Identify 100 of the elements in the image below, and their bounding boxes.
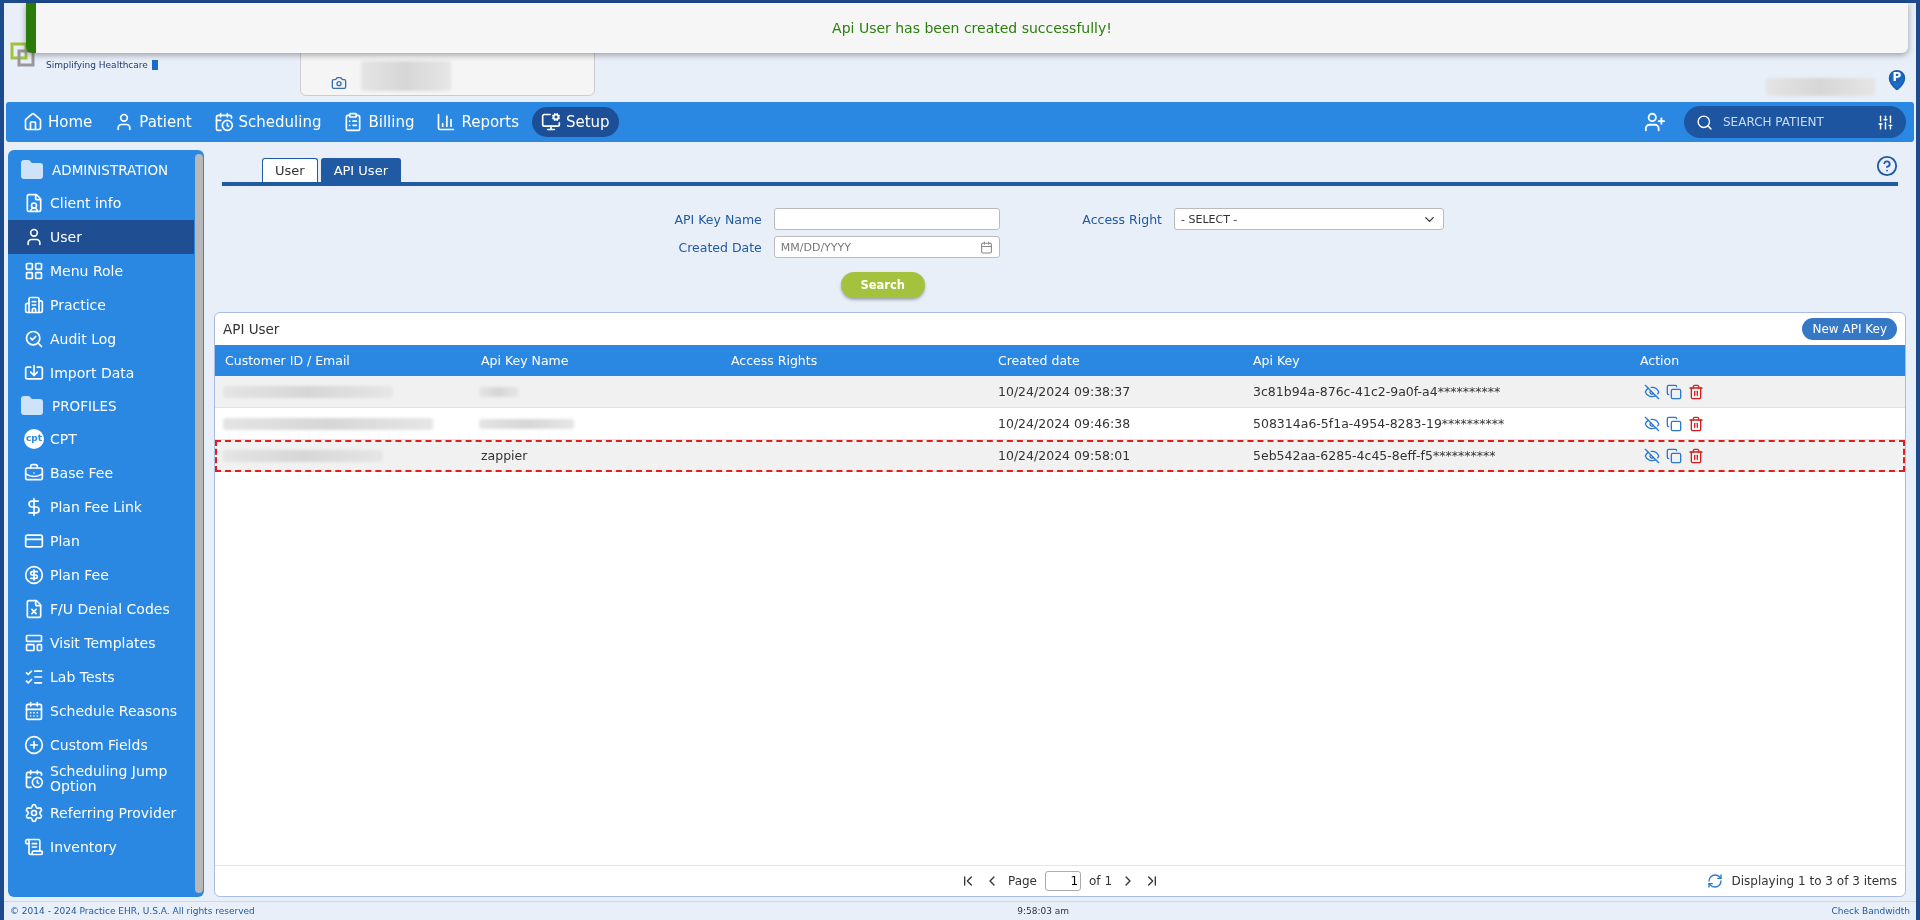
- search-button[interactable]: Search: [840, 272, 926, 298]
- sidebar-item[interactable]: Referring Provider: [8, 796, 194, 830]
- page-number-field[interactable]: 1: [1045, 871, 1081, 891]
- sidebar-item[interactable]: Inventory: [8, 830, 194, 864]
- camera-icon[interactable]: [331, 75, 347, 91]
- hide-icon[interactable]: [1644, 383, 1660, 400]
- sidebar-item[interactable]: Practice: [8, 288, 194, 322]
- hide-icon[interactable]: [1644, 415, 1660, 432]
- sidebar-item[interactable]: Plan Fee Link: [8, 490, 194, 524]
- success-toast: Api User has been created successfully!: [26, 3, 1908, 53]
- sidebar-item[interactable]: Plan Fee: [8, 558, 194, 592]
- sidebar-item[interactable]: Lab Tests: [8, 660, 194, 694]
- calendar-clock-icon: [213, 112, 234, 132]
- sidebar-item[interactable]: Base Fee: [8, 456, 194, 490]
- check-bandwidth-link[interactable]: Check Bandwidth: [1831, 906, 1910, 916]
- sidebar-item[interactable]: Scheduling Jump Option: [8, 762, 194, 796]
- sidebar-item[interactable]: F/U Denial Codes: [8, 592, 194, 626]
- help-icon[interactable]: [1876, 155, 1898, 177]
- sidebar-section-header[interactable]: ADMINISTRATION: [8, 154, 204, 186]
- bar-chart-icon: [436, 112, 457, 132]
- cpt-icon: cpt: [24, 429, 44, 449]
- sidebar-item[interactable]: Visit Templates: [8, 626, 194, 660]
- delete-icon[interactable]: [1688, 383, 1704, 400]
- sidebar-item[interactable]: Menu Role: [8, 254, 194, 288]
- nav-item[interactable]: Scheduling: [204, 107, 331, 137]
- column-header[interactable]: Action: [1630, 353, 1905, 368]
- column-header[interactable]: Api Key Name: [471, 353, 721, 368]
- table-cell-text: 10/24/2024 09:58:01: [997, 448, 1132, 463]
- field-label: Created Date: [677, 239, 762, 255]
- table-cell-text: 3c81b94a-876c-41c2-9a0f-a4**********: [1252, 384, 1502, 399]
- sidebar-item[interactable]: Custom Fields: [8, 728, 194, 762]
- sidebar-item[interactable]: Schedule Reasons: [8, 694, 194, 728]
- card-icon: [24, 531, 44, 551]
- copy-icon[interactable]: [1666, 383, 1682, 400]
- nav-item[interactable]: Patient: [105, 107, 201, 137]
- column-header[interactable]: Customer ID / Email: [215, 353, 471, 368]
- hide-icon[interactable]: [1644, 447, 1660, 464]
- filter-icon[interactable]: [1877, 113, 1894, 131]
- tab[interactable]: User: [262, 158, 318, 182]
- highlighted-row[interactable]: zappier 10/24/2024 09:58:01 5eb542aa-6285-4c45-8eff-f5**********: [215, 440, 1905, 472]
- table-cell-text: 10/24/2024 09:38:37: [997, 384, 1132, 399]
- plus-circle-icon: [24, 735, 44, 755]
- pager-status: Displaying 1 to 3 of 3 items: [1731, 874, 1897, 888]
- api-key-name-field[interactable]: [773, 208, 1000, 230]
- copyright-text: © 2014 - 2024 Practice EHR, U.S.A. All rights reserved: [10, 906, 255, 916]
- page-count: of 1: [1089, 874, 1113, 888]
- sidebar-item[interactable]: Client info: [8, 186, 194, 220]
- copy-icon[interactable]: [1666, 415, 1682, 432]
- refresh-icon[interactable]: [1707, 873, 1724, 889]
- page-label: Page: [1007, 874, 1037, 888]
- access-right-select[interactable]: - SELECT -: [1174, 208, 1444, 230]
- add-patient-icon[interactable]: [1644, 111, 1666, 133]
- scroll-icon: [24, 837, 44, 857]
- sidebar-item[interactable]: Plan: [8, 524, 194, 558]
- logo-tagline: Simplifying Healthcare: [46, 60, 158, 70]
- column-header[interactable]: Api Key: [1243, 353, 1630, 368]
- nav-item[interactable]: Billing: [334, 107, 424, 137]
- sidebar-item[interactable]: User: [8, 220, 194, 254]
- search-patient-field[interactable]: SEARCH PATIENT: [1721, 114, 1869, 130]
- magnifier-icon: [24, 329, 44, 349]
- field-label: Access Right: [1081, 211, 1162, 227]
- dollar-circle-icon: [24, 565, 44, 585]
- table-cell-text: 5eb542aa-6285-4c45-8eff-f5**********: [1252, 448, 1497, 463]
- nav-item[interactable]: Setup: [532, 107, 619, 137]
- sidebar-item[interactable]: cpt CPT: [8, 422, 194, 456]
- tab[interactable]: API User: [320, 158, 401, 182]
- file-x-icon: [24, 599, 44, 619]
- delete-icon[interactable]: [1688, 447, 1704, 464]
- copy-icon[interactable]: [1666, 447, 1682, 464]
- panel-title: API User: [223, 321, 280, 337]
- nav-item[interactable]: Home: [14, 107, 102, 137]
- calendar-icon: [24, 701, 44, 721]
- column-header[interactable]: Access Rights: [721, 353, 988, 368]
- sidebar-item[interactable]: Import Data: [8, 356, 194, 390]
- scrollbar[interactable]: [195, 154, 203, 893]
- created-date-field[interactable]: MM/DD/YYYY: [773, 236, 1000, 258]
- folder-icon: [20, 158, 44, 182]
- sidebar-item[interactable]: Audit Log: [8, 322, 194, 356]
- clipboard-icon: [343, 112, 364, 132]
- gear-icon: [24, 803, 44, 823]
- nav-item[interactable]: Reports: [427, 107, 528, 137]
- checklist-icon: [24, 667, 44, 687]
- search-icon[interactable]: [1696, 113, 1713, 131]
- folder-icon: [20, 394, 44, 418]
- table-cell-text: 508314a6-5f1a-4954-8283-19**********: [1252, 416, 1506, 431]
- import-icon: [24, 363, 44, 383]
- id-card-icon: [24, 193, 44, 213]
- table-row[interactable]: 10/24/2024 09:38:37 3c81b94a-876c-41c2-9a0f-a4**********: [215, 376, 1905, 408]
- field-label: API Key Name: [673, 211, 762, 227]
- grid-icon: [24, 261, 44, 281]
- new-api-key-button[interactable]: New API Key: [1802, 318, 1897, 340]
- sidebar-section-header[interactable]: PROFILES: [8, 390, 204, 422]
- delete-icon[interactable]: [1688, 415, 1704, 432]
- template-icon: [24, 633, 44, 653]
- blurred-key-name: [479, 386, 519, 397]
- building-icon: [24, 295, 44, 315]
- calendar-icon[interactable]: [979, 240, 993, 254]
- table-cell-text: 10/24/2024 09:46:38: [997, 416, 1132, 431]
- search-bar[interactable]: SEARCH PATIENT: [1684, 106, 1906, 138]
- column-header[interactable]: Created date: [988, 353, 1243, 368]
